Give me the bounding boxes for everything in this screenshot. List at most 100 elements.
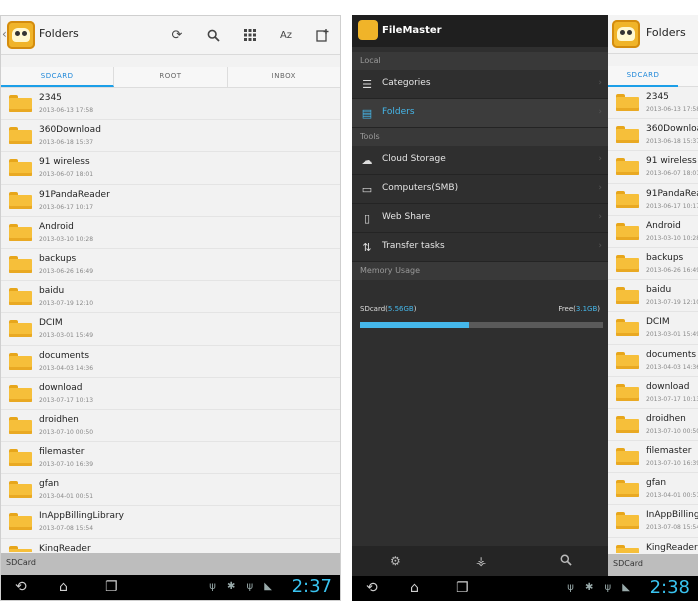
folder-icon xyxy=(616,480,639,498)
drawer-item-folders[interactable]: ▤ Folders › xyxy=(352,99,608,128)
drawer-item-categories[interactable]: ☰ Categories › xyxy=(352,70,608,99)
folder-row[interactable]: 360Downloa 2013-06-18 15:37 xyxy=(608,119,698,152)
folder-row[interactable]: DCIM 2013-03-01 15:49 xyxy=(1,313,340,346)
folder-name: 91PandaReader xyxy=(39,189,110,200)
back-icon[interactable]: ⟲ xyxy=(366,580,378,596)
folder-icon xyxy=(616,126,639,144)
chevron-right-icon: › xyxy=(598,241,602,251)
folder-row[interactable]: 2345 2013-06-13 17:58 xyxy=(1,88,340,121)
settings-gear-icon[interactable]: ⚙ xyxy=(390,554,401,568)
refresh-icon[interactable]: ⟳ xyxy=(168,26,186,44)
folder-row[interactable]: gfan 2013-04-01 00:51 xyxy=(608,473,698,506)
sort-az-icon[interactable]: Az xyxy=(277,26,295,44)
folder-row[interactable]: 91 wireless 2013-06-07 18:01 xyxy=(608,151,698,184)
folder-row[interactable]: gfan 2013-04-01 00:51 xyxy=(1,474,340,507)
storage-label: SDCard xyxy=(613,559,643,568)
folder-row[interactable]: Android 2013-03-10 10:28 xyxy=(608,216,698,248)
folder-row[interactable]: baidu 2013-07-19 12:10 xyxy=(608,280,698,313)
grid-icon[interactable] xyxy=(241,26,259,44)
folder-row[interactable]: DCIM 2013-03-01 15:49 xyxy=(608,312,698,345)
folder-row[interactable]: 91PandaRea 2013-06-17 10:17 xyxy=(608,184,698,216)
folder-row[interactable]: filemaster 2013-07-10 16:39 xyxy=(608,441,698,474)
drawer-item-cloud-storage[interactable]: ☁ Cloud Storage › xyxy=(352,146,608,175)
folder-row[interactable]: baidu 2013-07-19 12:10 xyxy=(1,281,340,314)
drawer-item-label: Web Share xyxy=(382,212,431,222)
folder-icon xyxy=(616,415,639,433)
folder-icon xyxy=(9,255,32,273)
transfer-icon: ⇅ xyxy=(362,240,372,254)
folder-row[interactable]: InAppBillingLibrary 2013-07-08 15:54 xyxy=(1,506,340,539)
section-local-label: Local xyxy=(360,56,381,65)
section-tools xyxy=(352,128,608,146)
notification-icons: ψ ✱ ψ ◣ xyxy=(209,581,276,592)
home-icon[interactable]: ⌂ xyxy=(410,580,419,596)
tab-root[interactable]: ROOT xyxy=(114,67,228,87)
system-nav-bar: ⟲ ⌂ ❐ ψ ✱ ψ ◣ 2:37 xyxy=(1,575,340,600)
folder-row[interactable]: 2345 2013-06-13 17:58 xyxy=(608,87,698,120)
sdcard-label-close: ) xyxy=(413,305,417,313)
folder-row[interactable]: 360Download 2013-06-18 15:37 xyxy=(1,120,340,153)
folder-row[interactable]: documents 2013-04-03 14:36 xyxy=(1,346,340,378)
content-peek[interactable]: Folders SDCARD 2345 2013-06-13 17:58 360Do… xyxy=(608,15,698,576)
folder-row[interactable]: backups 2013-06-26 16:49 xyxy=(1,249,340,282)
search-icon[interactable] xyxy=(560,554,572,569)
home-icon[interactable]: ⌂ xyxy=(59,579,68,595)
folder-row[interactable]: droidhen 2013-07-10 00:50 xyxy=(608,409,698,442)
folder-row[interactable]: droidhen 2013-07-10 00:50 xyxy=(1,410,340,443)
back-icon[interactable]: ⟲ xyxy=(15,579,27,595)
folder-name: documents xyxy=(646,349,697,360)
free-label-close: ) xyxy=(597,305,600,313)
folder-row[interactable]: KingReader2013-02-27 10:51 xyxy=(1,539,340,552)
tab-sdcard[interactable]: SDCARD xyxy=(1,67,115,87)
folder-row[interactable]: documents 2013-04-03 14:36 xyxy=(608,345,698,377)
folder-row[interactable]: KingReader2013-02-27 10:51 xyxy=(608,538,698,553)
app-logo-icon[interactable] xyxy=(7,21,35,49)
folder-row[interactable]: 91PandaReader 2013-06-17 10:17 xyxy=(1,185,340,217)
tab-inbox[interactable]: INBOX xyxy=(228,67,340,87)
file-list: 2345 2013-06-13 17:58 360Download 2013-06-1… xyxy=(1,88,340,552)
folder-name: 2345 xyxy=(39,93,62,103)
drawer-item-label: Categories xyxy=(382,78,431,88)
navigation-drawer: FileMaster Local ☰ Categories › ▤ Folder… xyxy=(352,15,608,576)
folder-icon xyxy=(9,513,32,531)
folder-name: InAppBillingLibrary xyxy=(39,511,125,522)
recent-apps-icon[interactable]: ❐ xyxy=(105,579,118,595)
folder-date: 2013-06-26 16:49 xyxy=(646,266,698,274)
folder-name: 91 wireless xyxy=(39,157,90,168)
folder-icon xyxy=(9,384,32,402)
tab-sdcard[interactable]: SDCARD xyxy=(608,66,678,87)
drawer-item-transfer-tasks[interactable]: ⇅ Transfer tasks › xyxy=(352,233,608,262)
folder-date: 2013-07-17 10:13 xyxy=(646,395,698,403)
folder-row[interactable]: download 2013-07-17 10:13 xyxy=(608,377,698,409)
folder-row[interactable]: 91 wireless 2013-06-07 18:01 xyxy=(1,152,340,185)
wireless-transfer-icon[interactable]: ⚶ xyxy=(476,554,486,568)
chevron-right-icon: › xyxy=(598,183,602,193)
folder-date: 2013-07-10 16:39 xyxy=(39,461,94,469)
folder-row[interactable]: InAppBilling 2013-07-08 15:54 xyxy=(608,505,698,538)
peek-tabs: SDCARD xyxy=(608,66,698,87)
folder-name: backups xyxy=(39,253,77,264)
folder-name: baidu xyxy=(646,285,672,296)
drawer-item-web-share[interactable]: ▯ Web Share › xyxy=(352,204,608,233)
folder-row[interactable]: Android 2013-03-10 10:28 xyxy=(1,217,340,249)
folder-date: 2013-03-10 10:28 xyxy=(39,235,94,243)
folder-name: filemaster xyxy=(39,447,85,458)
app-logo-icon xyxy=(358,20,378,40)
folder-icon xyxy=(616,319,639,337)
new-folder-icon[interactable] xyxy=(313,26,331,44)
left-screen: ‹ Folders ⟳ Az SDCARD ROOT INBOX 2345 201… xyxy=(0,15,341,601)
recent-apps-icon[interactable]: ❐ xyxy=(456,580,469,596)
folder-icon xyxy=(616,158,639,176)
folder-date: 2013-06-13 17:58 xyxy=(39,107,94,114)
folder-name: documents xyxy=(39,350,90,361)
folder-icon xyxy=(616,448,639,466)
folder-row[interactable]: download 2013-07-17 10:13 xyxy=(1,378,340,410)
search-icon[interactable] xyxy=(204,26,222,44)
folder-row[interactable]: backups 2013-06-26 16:49 xyxy=(608,248,698,281)
folder-name: InAppBilling xyxy=(646,510,698,521)
folder-date: 2013-06-13 17:58 xyxy=(646,106,698,113)
folder-name: download xyxy=(646,381,690,392)
folder-icon xyxy=(9,352,32,370)
drawer-item-computers[interactable]: ▭ Computers(SMB) › xyxy=(352,175,608,204)
folder-row[interactable]: filemaster 2013-07-10 16:39 xyxy=(1,442,340,475)
